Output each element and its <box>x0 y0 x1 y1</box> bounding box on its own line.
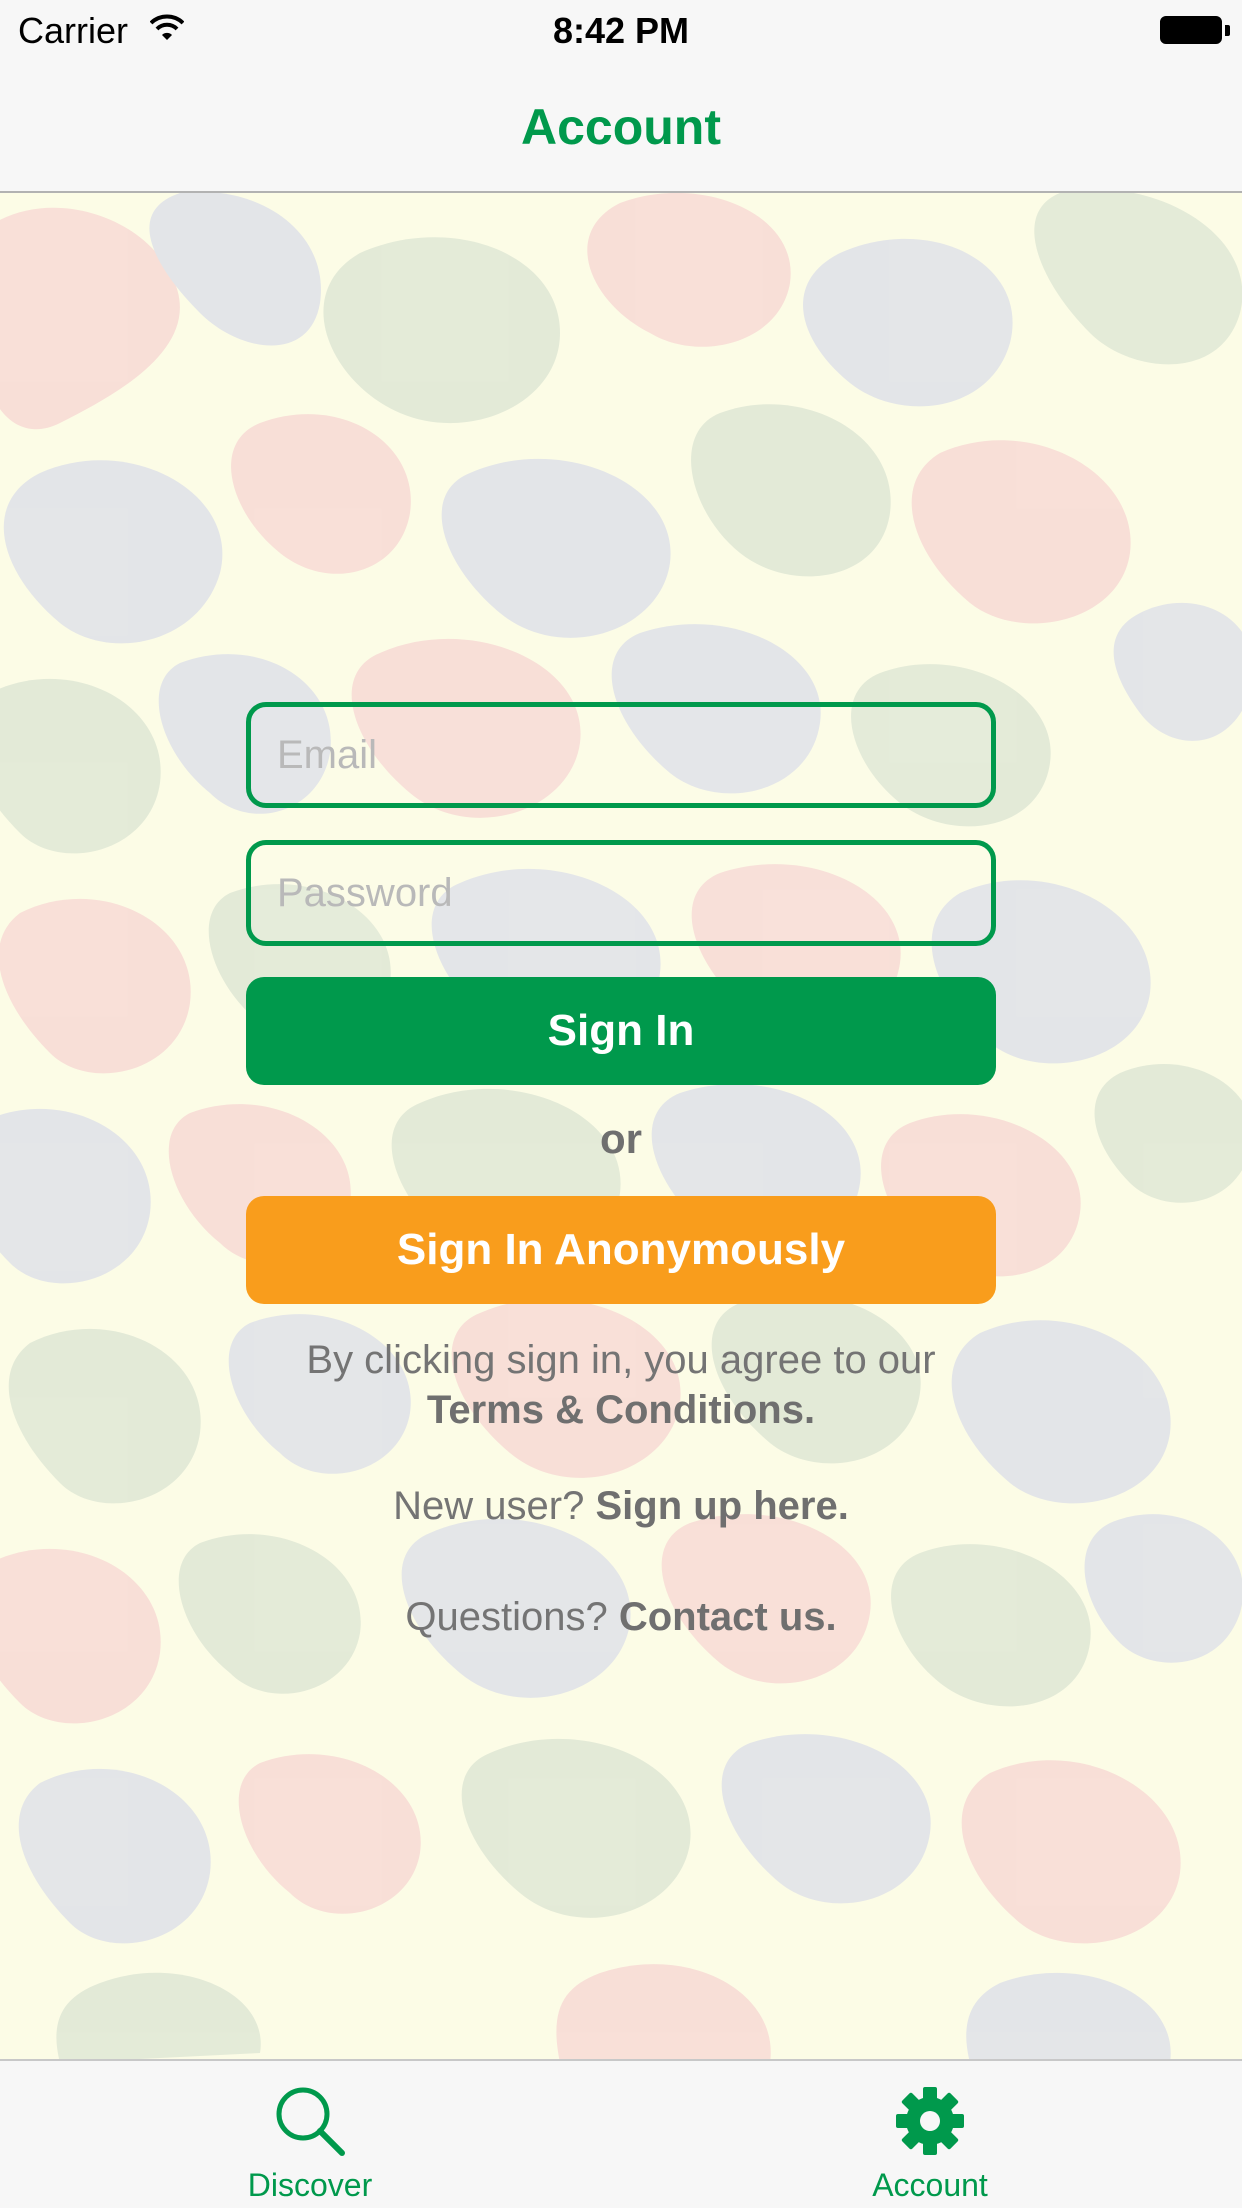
sign-in-button[interactable]: Sign In <box>246 977 996 1085</box>
terms-notice: By clicking sign in, you agree to our Te… <box>0 1335 1242 1435</box>
email-field[interactable] <box>246 702 996 808</box>
or-separator: or <box>600 1115 642 1162</box>
clock: 8:42 PM <box>552 10 690 51</box>
signup-prefix: New user? <box>393 1484 585 1528</box>
search-icon <box>276 2087 345 2156</box>
tab-account[interactable]: Account <box>760 2061 1100 2208</box>
contact-prefix: Questions? <box>405 1595 608 1639</box>
tab-discover-label: Discover <box>247 2167 373 2203</box>
password-field[interactable] <box>246 840 996 946</box>
terms-link[interactable]: Terms & Conditions. <box>427 1388 815 1432</box>
status-bar: Carrier 8:42 PM <box>0 0 1242 62</box>
page-title: Account <box>521 99 721 155</box>
signup-prompt: New user? Sign up here. <box>0 1481 1242 1531</box>
signup-link[interactable]: Sign up here. <box>595 1484 848 1528</box>
email-input[interactable] <box>251 707 991 803</box>
password-input[interactable] <box>251 845 991 941</box>
tab-account-label: Account <box>872 2167 988 2203</box>
navigation-bar: Account <box>0 62 1242 193</box>
main-content: Sign In or Sign In Anonymously By clicki… <box>0 193 1242 2059</box>
sign-in-anonymously-button[interactable]: Sign In Anonymously <box>246 1196 996 1304</box>
tab-discover[interactable]: Discover <box>140 2061 480 2208</box>
battery-icon <box>1160 16 1230 46</box>
gear-icon <box>896 2087 964 2155</box>
terms-prefix: By clicking sign in, you agree to our <box>306 1338 936 1382</box>
account-screen: Carrier 8:42 PM Account Email Sign In or… <box>0 0 1242 2208</box>
contact-link[interactable]: Contact us. <box>619 1595 837 1639</box>
contact-prompt: Questions? Contact us. <box>0 1592 1242 1642</box>
tab-bar: Discover Account <box>0 2059 1242 2208</box>
